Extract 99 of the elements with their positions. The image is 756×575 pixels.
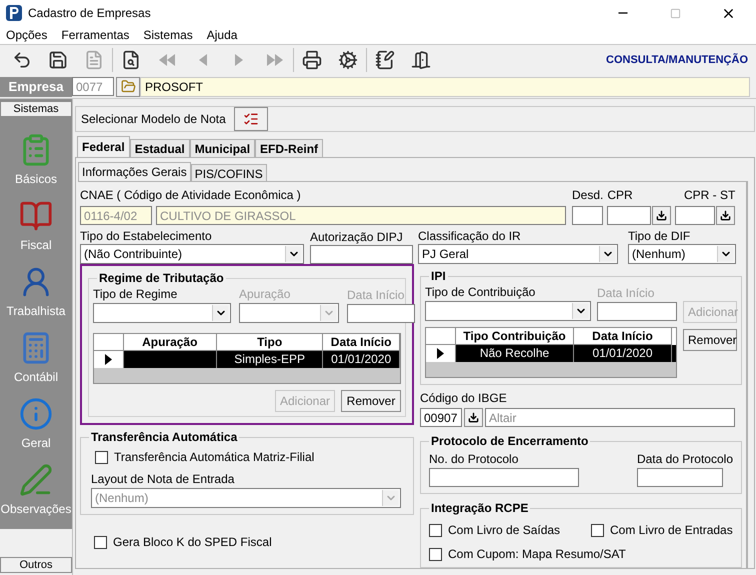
group-title: Integração RCPE bbox=[429, 500, 530, 516]
table-cell: Não Recolhe bbox=[456, 345, 574, 362]
action-button[interactable]: Remover bbox=[341, 390, 401, 412]
gear-icon bbox=[338, 50, 358, 70]
door-icon bbox=[411, 50, 431, 70]
input-field[interactable] bbox=[310, 245, 413, 264]
field-label: CPR bbox=[607, 188, 634, 202]
table-cell: 01/01/2020 bbox=[574, 345, 672, 362]
field-label: Classificação do IR bbox=[418, 229, 522, 243]
printer-icon bbox=[302, 50, 322, 70]
company-name-field[interactable]: PROSOFT bbox=[140, 76, 750, 96]
checkbox-label: Com Cupom: Mapa Resumo/SAT bbox=[448, 547, 626, 561]
input-field[interactable] bbox=[429, 468, 579, 487]
download-button[interactable] bbox=[716, 206, 736, 225]
book-icon bbox=[18, 199, 53, 233]
sidebar-header-button[interactable]: Sistemas bbox=[0, 101, 72, 117]
toolbar-button[interactable] bbox=[336, 48, 360, 72]
tab[interactable]: Informações Gerais bbox=[78, 162, 191, 181]
checkbox[interactable] bbox=[94, 536, 107, 548]
field-label: Data Início bbox=[347, 288, 406, 302]
menu-item[interactable]: Sistemas bbox=[143, 26, 193, 44]
input-field[interactable] bbox=[636, 468, 723, 487]
folder-icon bbox=[120, 79, 136, 94]
download-icon bbox=[468, 412, 479, 423]
table-cell: 01/01/2020 bbox=[323, 351, 400, 368]
grid-row[interactable]: Simples-EPP 01/01/2020 bbox=[94, 351, 400, 368]
row-pointer-icon bbox=[104, 354, 112, 365]
checkbox[interactable] bbox=[429, 524, 442, 536]
undo-icon bbox=[12, 50, 32, 70]
dropdown[interactable]: PJ Geral bbox=[418, 244, 618, 264]
back-arrow-icon bbox=[157, 52, 177, 68]
save-icon bbox=[48, 50, 68, 70]
checkbox[interactable] bbox=[429, 548, 442, 560]
field-label: Código do IBGE bbox=[420, 391, 508, 405]
window-title: Cadastro de Empresas bbox=[28, 5, 151, 22]
input-field[interactable] bbox=[607, 206, 652, 225]
download-icon bbox=[656, 210, 668, 221]
mode-label: CONSULTA/MANUTENÇÃO bbox=[606, 52, 748, 68]
input-field[interactable] bbox=[347, 304, 415, 323]
forward-arrow-icon bbox=[265, 52, 285, 68]
field-label: Tipo do Estabelecimento bbox=[80, 229, 213, 243]
tab[interactable]: Federal bbox=[77, 136, 130, 157]
field-label: Layout de Nota de Entrada bbox=[91, 472, 236, 486]
group-title: Regime de Tributação bbox=[97, 270, 226, 286]
menu-item[interactable]: Ajuda bbox=[206, 26, 238, 44]
tab[interactable]: Municipal bbox=[190, 139, 256, 157]
select-model-button[interactable] bbox=[234, 107, 268, 131]
list-icon bbox=[242, 111, 259, 127]
field-label: Selecionar Modelo de Nota bbox=[81, 112, 226, 126]
field-label: Tipo de Regime bbox=[93, 287, 178, 301]
action-button[interactable]: Remover bbox=[683, 329, 737, 351]
field-label: Tipo de DIF bbox=[628, 229, 692, 243]
input-field[interactable] bbox=[597, 302, 677, 321]
table-cell: Simples-EPP bbox=[217, 351, 324, 368]
document-icon bbox=[84, 50, 104, 70]
sidebar-footer-button[interactable]: Outros bbox=[0, 557, 72, 573]
notebook-icon bbox=[375, 50, 395, 70]
field-label: CNAE ( Código de Atividade Econômica ) bbox=[80, 188, 302, 202]
dropdown[interactable]: (Não Contribuinte) bbox=[80, 244, 304, 264]
open-folder-button[interactable] bbox=[116, 76, 140, 96]
checkbox-label: Gera Bloco K do SPED Fiscal bbox=[113, 535, 272, 549]
dropdown[interactable] bbox=[93, 303, 231, 323]
dropdown[interactable]: (Nenhum) bbox=[628, 244, 736, 264]
back-arrow-icon bbox=[197, 52, 209, 68]
dropdown[interactable] bbox=[425, 301, 591, 321]
row-pointer-icon bbox=[437, 348, 444, 359]
pen-icon bbox=[18, 463, 53, 497]
app-logo-icon bbox=[6, 5, 22, 21]
field-label: CPR - ST bbox=[684, 188, 736, 202]
checkbox-label: Com Livro de Saídas bbox=[448, 523, 560, 537]
ibge-code-field[interactable]: 00907 bbox=[420, 408, 462, 427]
forward-arrow-icon bbox=[233, 52, 245, 68]
checkbox[interactable] bbox=[95, 450, 108, 464]
field-label: Data do Protocolo bbox=[636, 452, 733, 466]
download-button[interactable] bbox=[464, 408, 483, 427]
field-label: Tipo de Contribuição bbox=[425, 285, 536, 299]
empresa-label: Empresa bbox=[0, 76, 72, 96]
checkbox[interactable] bbox=[591, 524, 604, 536]
grid-row[interactable]: Não Recolhe 01/01/2020 bbox=[426, 345, 676, 362]
field-label: Apuração bbox=[239, 287, 292, 301]
field-label: Data Início bbox=[597, 286, 656, 300]
checkbox-label: Com Livro de Entradas bbox=[610, 523, 733, 537]
checkbox-label: Transferência Automática Matriz-Filial bbox=[114, 450, 314, 464]
field-label: Desd. bbox=[572, 188, 604, 202]
menu-item[interactable]: Ferramentas bbox=[61, 26, 130, 44]
download-icon bbox=[720, 210, 732, 221]
field-label: No. do Protocolo bbox=[429, 452, 520, 466]
field-label: Autorização DIPJ bbox=[310, 230, 404, 244]
preview-icon bbox=[121, 50, 141, 70]
menu-item[interactable]: Opções bbox=[6, 26, 48, 44]
toolbar-button[interactable] bbox=[373, 48, 397, 72]
download-button[interactable] bbox=[652, 206, 672, 225]
input-field[interactable] bbox=[675, 206, 716, 225]
tab[interactable]: PIS/COFINS bbox=[190, 164, 267, 181]
info-icon bbox=[18, 397, 53, 431]
tab[interactable]: Estadual bbox=[130, 139, 190, 157]
input-field[interactable] bbox=[572, 206, 603, 225]
toolbar-button[interactable] bbox=[300, 48, 324, 72]
tab[interactable]: EFD-Reinf bbox=[255, 139, 324, 157]
